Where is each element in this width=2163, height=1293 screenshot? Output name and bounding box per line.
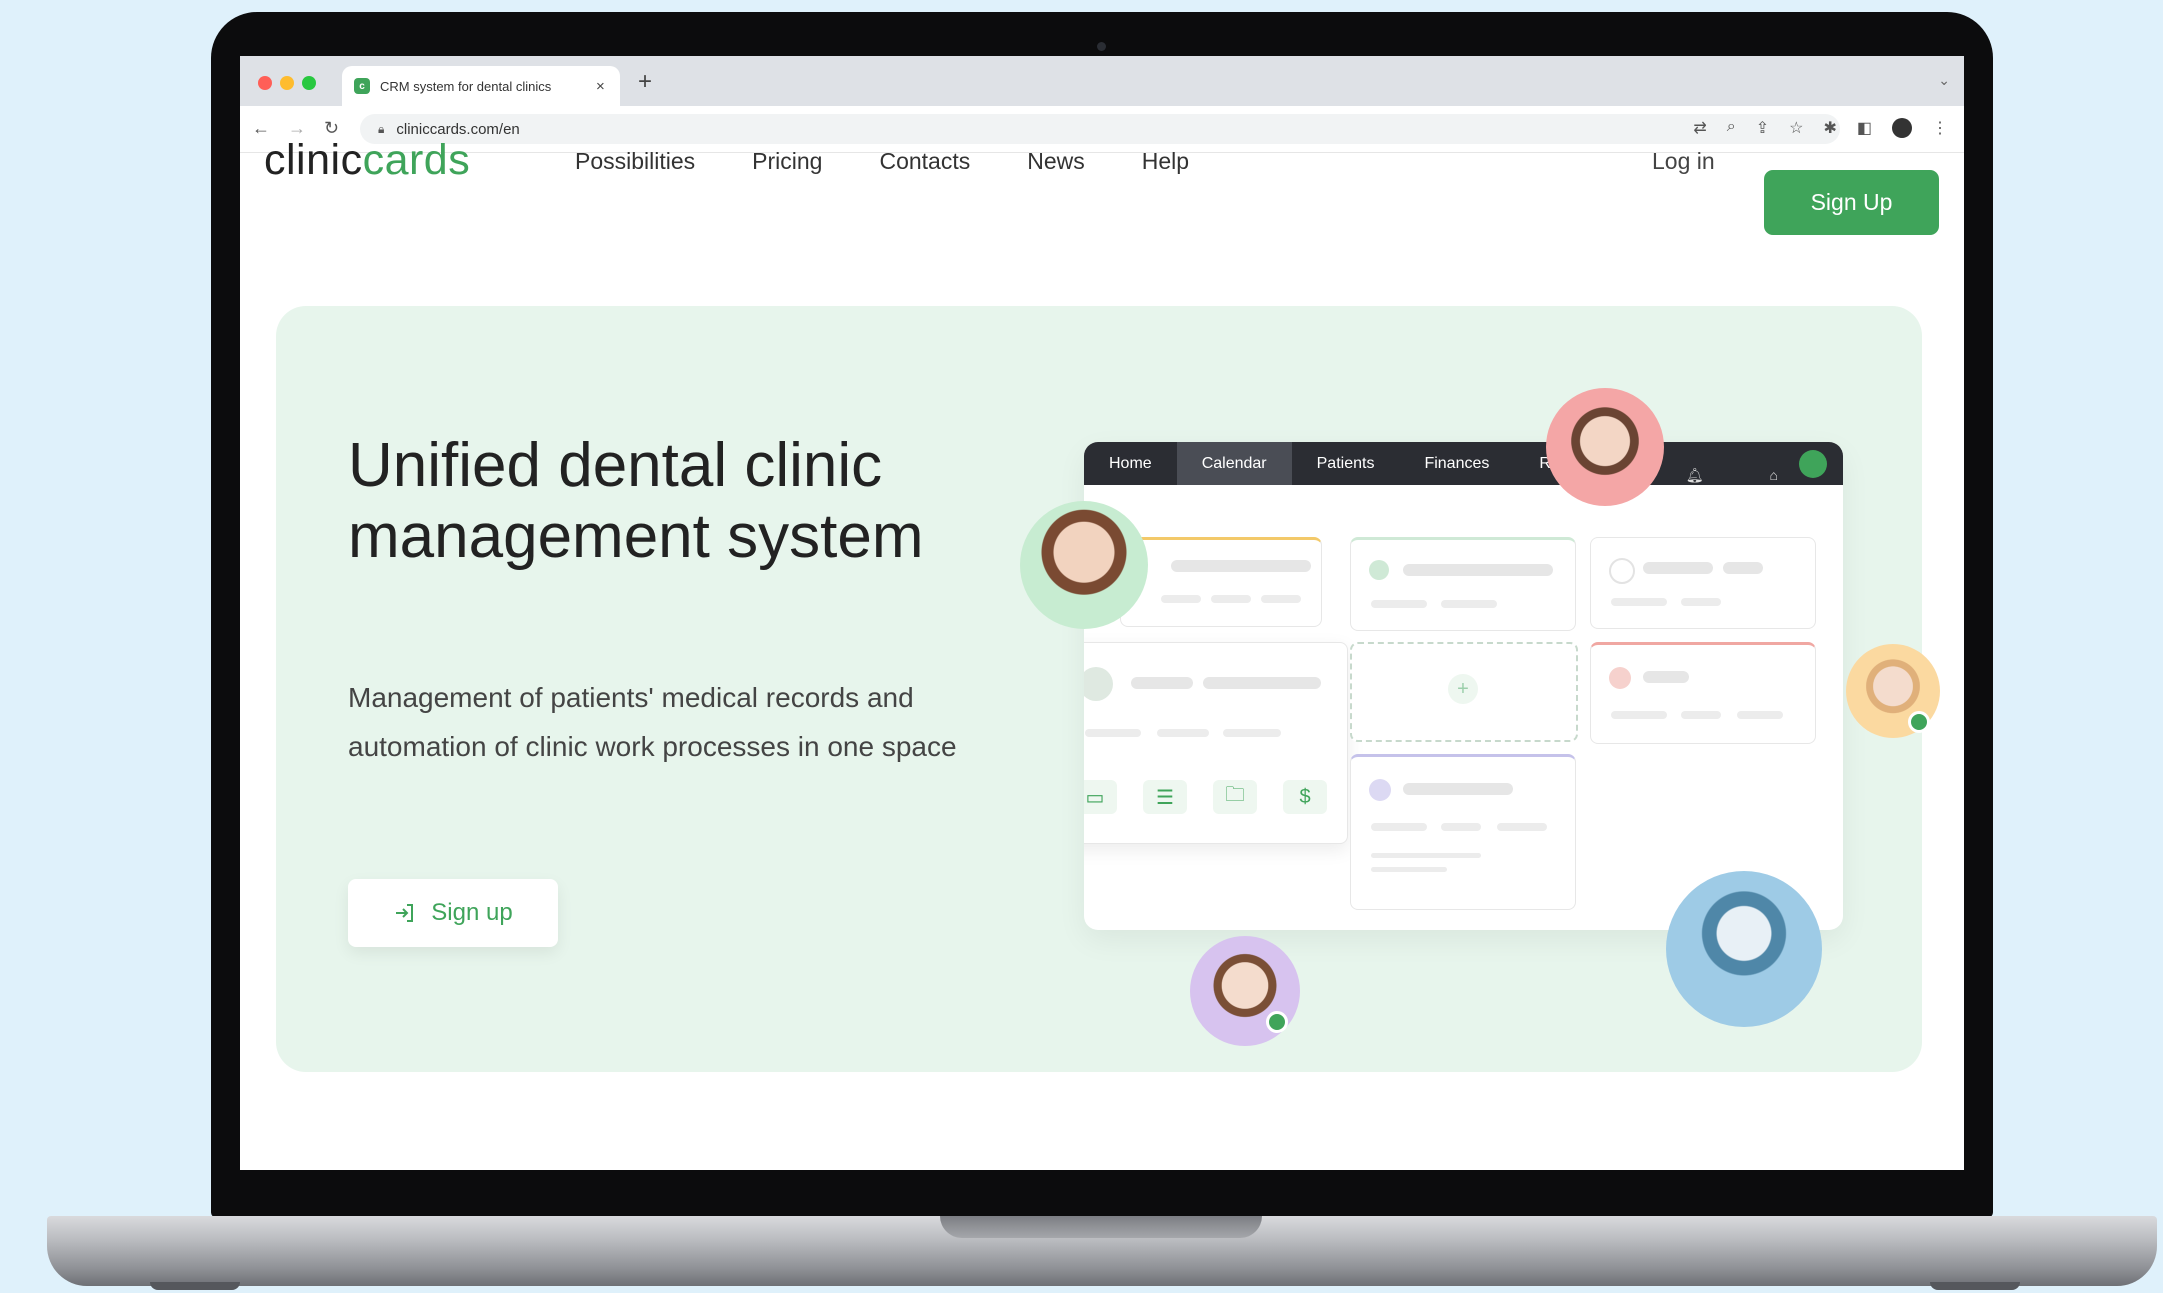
app-preview-mockup: Home Calendar Patients Finances Re ⚇ 🔔︎ … <box>1084 442 1843 930</box>
hero-button-label: Sign up <box>431 899 513 926</box>
translate-icon[interactable]: ⇄ <box>1693 118 1706 138</box>
nav-contacts[interactable]: Contacts <box>879 148 970 175</box>
sidepanel-icon[interactable]: ◧ <box>1857 118 1872 138</box>
share-icon[interactable]: ⇪ <box>1756 118 1769 138</box>
login-arrow-icon <box>396 904 414 922</box>
list-icon: ☰ <box>1143 780 1187 814</box>
doctor-avatar-woman <box>1020 501 1148 629</box>
appointment-card <box>1350 754 1576 910</box>
mockup-user-avatar <box>1799 450 1827 478</box>
new-tab-button[interactable]: + <box>638 68 652 96</box>
dollar-icon: $ <box>1283 780 1327 814</box>
online-status-dot <box>1908 711 1930 733</box>
lock-icon: 🔒︎ <box>378 121 385 136</box>
tab-close-button[interactable]: × <box>596 78 605 95</box>
url-field[interactable]: 🔒︎ cliniccards.com/en <box>360 114 1840 144</box>
appointment-card <box>1590 537 1816 629</box>
laptop-foot <box>150 1282 240 1290</box>
mockup-tab-patients: Patients <box>1316 455 1375 472</box>
hero-section: Unified dental clinic management system … <box>276 306 1940 1072</box>
mockup-tab-finances: Finances <box>1424 455 1490 472</box>
calendar-icon: ▭ <box>1084 780 1117 814</box>
login-link[interactable]: Log in <box>1652 148 1715 175</box>
laptop-notch <box>940 1216 1262 1238</box>
patient-avatar <box>1609 667 1631 689</box>
nav-news[interactable]: News <box>1027 148 1085 175</box>
url-text: cliniccards.com/en <box>396 120 520 138</box>
nav-possibilities[interactable]: Possibilities <box>575 148 695 175</box>
site-logo[interactable]: cliniccards <box>264 136 470 185</box>
tab-list-chevron-icon[interactable]: ⌄ <box>1938 72 1950 89</box>
extensions-puzzle-icon[interactable]: ✱ <box>1823 118 1836 138</box>
tab-title: CRM system for dental clinics <box>380 78 552 94</box>
close-window-button[interactable] <box>258 76 272 90</box>
maximize-window-button[interactable] <box>302 76 316 90</box>
camera <box>1097 42 1106 51</box>
online-status-dot <box>1266 1011 1288 1033</box>
bookmark-star-icon[interactable]: ☆ <box>1789 118 1803 138</box>
patient-avatar <box>1369 779 1391 801</box>
hero-title: Unified dental clinic management system <box>348 431 924 571</box>
empty-slot: + <box>1350 642 1578 742</box>
signup-button[interactable]: Sign Up <box>1764 170 1939 235</box>
browser-addressbar: ← → ↻ 🔒︎ cliniccards.com/en ⇄ ⌕ ⇪ ☆ ✱ ◧ … <box>240 106 1964 153</box>
bell-icon: 🔔︎ <box>1685 467 1704 483</box>
logo-text-clinic: clinic <box>264 136 363 184</box>
patient-avatar <box>1609 558 1635 584</box>
zoom-icon[interactable]: ⌕ <box>1727 118 1736 138</box>
dentist-avatar-masked <box>1666 871 1822 1027</box>
mockup-navbar: Home Calendar Patients Finances Re ⚇ 🔔︎ … <box>1084 442 1843 485</box>
appointment-card <box>1350 537 1576 631</box>
folder-icon: 🗀︎ <box>1213 780 1257 814</box>
mockup-tab-home: Home <box>1109 455 1152 472</box>
patient-avatar <box>1369 560 1389 580</box>
patient-avatar <box>1084 667 1113 701</box>
browser-menu-icon[interactable]: ⋮ <box>1932 118 1948 138</box>
mockup-tab-calendar: Calendar <box>1176 442 1292 485</box>
minimize-window-button[interactable] <box>280 76 294 90</box>
hero-signup-button[interactable]: Sign up <box>348 879 558 947</box>
browser-tabbar: c CRM system for dental clinics × + ⌄ <box>240 56 1964 106</box>
appointment-card <box>1120 537 1322 627</box>
doctor-avatar-woman-pink <box>1546 388 1664 506</box>
nav-help[interactable]: Help <box>1142 148 1189 175</box>
logo-text-cards: cards <box>362 136 471 184</box>
hero-subtitle: Management of patients' medical records … <box>348 682 957 762</box>
main-navigation: Possibilities Pricing Contacts News Help <box>575 148 1246 175</box>
laptop-screen: c CRM system for dental clinics × + ⌄ ← … <box>240 56 1964 1170</box>
laptop-foot <box>1930 1282 2020 1290</box>
nav-pricing[interactable]: Pricing <box>752 148 822 175</box>
cliniccards-favicon-icon: c <box>354 78 370 94</box>
browser-tab[interactable]: c CRM system for dental clinics × <box>342 66 620 106</box>
browser-toolbar: ⇄ ⌕ ⇪ ☆ ✱ ◧ ⋮ <box>1693 118 1948 138</box>
profile-avatar-icon[interactable] <box>1892 118 1912 138</box>
home-icon: ⌂ <box>1769 467 1778 483</box>
appointment-card <box>1590 642 1816 744</box>
patient-card-expanded: ▭ ☰ 🗀︎ $ <box>1084 642 1348 844</box>
add-icon: + <box>1448 674 1478 704</box>
